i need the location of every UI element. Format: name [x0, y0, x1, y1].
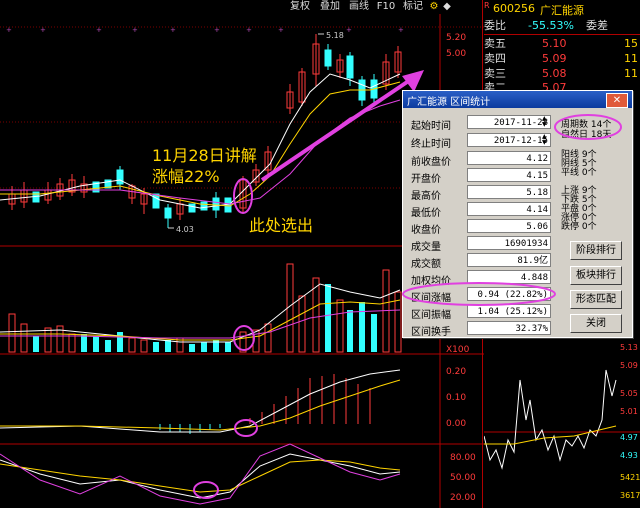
low-price-value: 4.14 — [467, 202, 551, 216]
svg-text:+: + — [398, 26, 404, 34]
price-axis-5.00: 5.00 — [446, 49, 466, 59]
ask-row-3[interactable]: 卖三 5.08 11 — [484, 66, 640, 81]
trend-arrow — [260, 70, 424, 182]
close-price-label: 收盘价 — [411, 225, 441, 236]
osc-axis-0.10: 0.10 — [446, 393, 466, 403]
volume-label: 成交量 — [411, 242, 441, 253]
kdj-axis-80: 80.00 — [450, 453, 476, 463]
pattern-match-button[interactable]: 形态匹配 — [570, 290, 622, 309]
low-price-label: 4.03 — [176, 225, 194, 234]
low-price-label-dlg: 最低价 — [411, 208, 441, 219]
svg-text:+: + — [278, 26, 284, 34]
tick-chart: 5.13 5.09 5.05 5.01 4.97 4.93 5421 3617 — [484, 343, 640, 500]
start-time-field[interactable]: 2017-11-28 — [467, 115, 551, 129]
volume-bars — [0, 263, 402, 353]
svg-text:4.93: 4.93 — [620, 451, 638, 460]
dialog-title: 广汇能源 区间统计 — [407, 97, 491, 108]
gear-icon[interactable]: ⚙ — [428, 0, 440, 13]
svg-text:+: + — [96, 26, 102, 34]
svg-text:3617: 3617 — [620, 491, 640, 500]
osc-axis-0.00: 0.00 — [446, 419, 466, 429]
high-price-value: 5.18 — [467, 185, 551, 199]
prev-close-label: 前收盘价 — [411, 157, 451, 168]
svg-text:+: + — [346, 26, 352, 34]
pick-text: 此处选出 — [249, 216, 314, 235]
close-icon[interactable]: ✕ — [606, 93, 628, 108]
interval-amplitude-label: 区间振幅 — [411, 310, 451, 321]
period-highlight-ellipse — [554, 114, 622, 140]
macd-oscillator — [0, 369, 401, 434]
open-price-value: 4.15 — [467, 168, 551, 182]
end-time-label: 终止时间 — [411, 139, 451, 150]
high-price-label-dlg: 最高价 — [411, 191, 441, 202]
interval-stats-dialog[interactable]: 广汇能源 区间统计 ✕ 起始时间 2017-11-28 终止时间 2017-12… — [402, 90, 633, 338]
limit-down-label: 跌停 — [561, 222, 580, 232]
turnover-amount-label: 成交额 — [411, 259, 441, 270]
candlestick-series — [0, 34, 402, 228]
flat-line-label: 平线 — [561, 168, 580, 178]
weicha-label: 委差 — [586, 19, 608, 32]
mark-button[interactable]: 标记 — [400, 0, 426, 13]
turnover-amount-value: 81.9亿 — [467, 253, 551, 267]
close-price-value: 5.06 — [467, 219, 551, 233]
draw-line-button[interactable]: 画线 — [346, 0, 372, 13]
interval-turnover-value: 32.37% — [467, 321, 551, 335]
dialog-titlebar[interactable]: 广汇能源 区间统计 ✕ — [403, 91, 632, 108]
kdj-axis-20: 20.00 — [450, 493, 476, 503]
svg-text:+: + — [40, 26, 46, 34]
ask-row-5[interactable]: 卖五 5.10 15 — [484, 36, 640, 51]
restore-right-button[interactable]: 复权 — [287, 0, 313, 13]
weibi-value: -55.53% — [528, 19, 574, 32]
svg-text:5421: 5421 — [620, 473, 640, 482]
start-time-spin-icon[interactable]: ▲ ▼ — [542, 116, 547, 128]
f10-button[interactable]: F10 — [375, 0, 397, 13]
osc-axis-0.20: 0.20 — [446, 367, 466, 377]
sector-rank-button[interactable]: 板块排行 — [570, 266, 622, 285]
volume-value: 16901934 — [467, 236, 551, 250]
interval-turnover-label: 区间换手 — [411, 327, 451, 338]
gain-text: 涨幅22% — [152, 167, 220, 186]
ask-row-4[interactable]: 卖四 5.09 11 — [484, 51, 640, 66]
start-time-label: 起始时间 — [411, 121, 451, 132]
stage-rank-button[interactable]: 阶段排行 — [570, 241, 622, 260]
end-time-spin-icon[interactable]: ▲ ▼ — [542, 134, 547, 146]
price-axis-5.20: 5.20 — [446, 33, 466, 43]
kdj-axis-50: 50.00 — [450, 473, 476, 483]
svg-text:5.01: 5.01 — [620, 407, 638, 416]
open-price-label: 开盘价 — [411, 174, 441, 185]
high-price-label: 5.18 — [326, 31, 344, 40]
flag-label: R — [484, 1, 490, 10]
svg-text:5.09: 5.09 — [620, 361, 638, 370]
svg-text:+: + — [214, 26, 220, 34]
kdj-indicator — [0, 443, 401, 505]
kdj-ellipse — [193, 481, 219, 499]
stock-code: 600256 — [493, 2, 535, 15]
svg-text:4.97: 4.97 — [620, 433, 638, 442]
svg-text:5.05: 5.05 — [620, 389, 638, 398]
svg-text:+: + — [6, 26, 12, 34]
close-button[interactable]: 关闭 — [570, 314, 622, 333]
svg-text:5.13: 5.13 — [620, 343, 638, 352]
svg-text:+: + — [170, 26, 176, 34]
overlay-button[interactable]: 叠加 — [317, 0, 343, 13]
prev-close-value: 4.12 — [467, 151, 551, 165]
star-icon[interactable]: ◆ — [441, 0, 453, 13]
svg-text:+: + — [132, 26, 138, 34]
weibi-row: 委比 -55.53% 委差 — [484, 19, 608, 32]
volume-axis-label: X100 — [446, 345, 470, 355]
stock-name: 广汇能源 — [540, 4, 584, 17]
end-time-field[interactable]: 2017-12-15 — [467, 133, 551, 147]
svg-text:+: + — [246, 26, 252, 34]
gain-highlight-ellipse — [402, 282, 556, 306]
